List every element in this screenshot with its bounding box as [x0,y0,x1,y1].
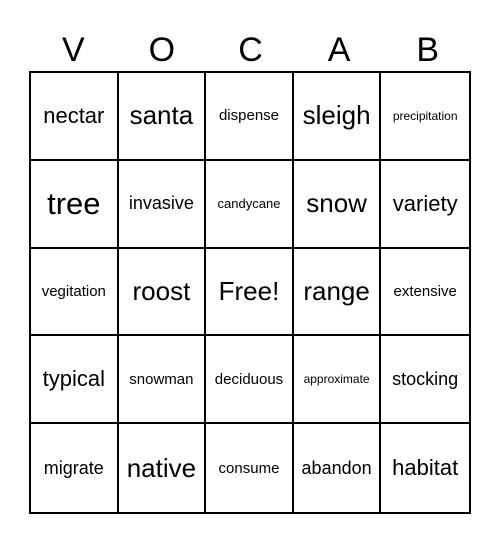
bingo-cell[interactable]: snow [293,160,382,249]
header-letter: C [238,31,263,69]
bingo-cell[interactable]: nectar [31,73,119,161]
cell-word: typical [42,366,105,392]
cell-word: dispense [218,107,280,125]
cell-word: nectar [43,102,105,128]
cell-word: native [126,452,197,483]
header-letter: B [416,31,440,69]
cell-word: stocking [392,368,459,389]
bingo-cell[interactable]: extensive [381,249,469,337]
cell-word: snow [306,188,367,219]
bingo-cell[interactable]: tree [31,160,119,249]
header-letter: O [148,31,176,69]
cell-word: candycane [217,196,281,212]
bingo-cell[interactable]: invasive [118,160,207,249]
cell-word: variety [392,190,458,216]
cell-word: deciduous [214,370,284,388]
free-space-cell[interactable]: Free! [206,248,294,337]
cell-word: approximate [303,372,370,387]
bingo-cell[interactable]: santa [118,73,207,161]
bingo-cell[interactable]: consume [206,424,294,512]
cell-word: range [303,275,370,306]
cell-word: extensive [393,282,457,300]
bingo-cell[interactable]: dispense [206,73,294,161]
bingo-header: V O C A B [29,28,472,72]
bingo-cell[interactable]: migrate [31,424,119,512]
bingo-cell[interactable]: candycane [206,160,294,249]
cell-word: precipitation [392,108,458,123]
cell-word: snowman [129,370,194,388]
cell-word: abandon [301,457,372,478]
bingo-cell[interactable]: variety [381,161,469,249]
bingo-cell[interactable]: sleigh [293,73,382,161]
bingo-cell[interactable]: range [293,248,382,337]
cell-word: Free! [218,275,280,306]
cell-word: sleigh [302,100,371,131]
cell-word: tree [47,185,101,221]
header-letter: V [61,31,85,69]
bingo-cell[interactable]: typical [31,336,119,425]
cell-word: santa [129,100,194,131]
cell-word: habitat [392,455,459,481]
bingo-cell[interactable]: vegitation [31,248,119,337]
cell-word: invasive [128,193,194,214]
bingo-grid: nectar santa dispense sleigh precipitation tr… [29,71,471,514]
bingo-cell[interactable]: native [119,424,207,512]
bingo-cell[interactable]: abandon [294,424,382,512]
bingo-cell[interactable]: habitat [381,424,469,512]
cell-word: migrate [43,457,104,478]
cell-word: consume [218,459,280,477]
cell-word: roost [132,275,191,306]
bingo-cell[interactable]: deciduous [206,336,294,425]
bingo-cell[interactable]: stocking [381,336,469,425]
bingo-cell[interactable]: approximate [293,336,382,425]
bingo-cell[interactable]: precipitation [381,73,469,161]
cell-word: vegitation [41,282,106,300]
bingo-cell[interactable]: snowman [118,336,207,425]
bingo-cell[interactable]: roost [118,248,207,337]
header-letter: A [327,31,351,69]
